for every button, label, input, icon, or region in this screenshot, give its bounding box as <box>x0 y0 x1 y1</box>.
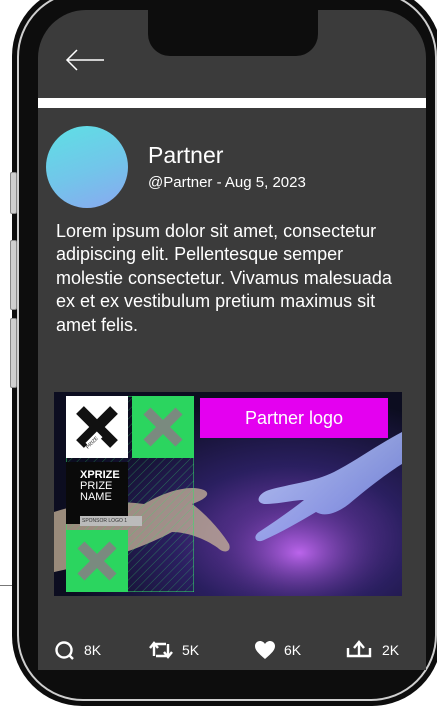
prize-tile-4 <box>66 530 128 592</box>
post-body: Lorem ipsum dolor sit amet, consectetur … <box>56 221 392 335</box>
prize-tile-1: PRIZE <box>66 396 128 458</box>
like-button[interactable]: 6K <box>254 640 301 660</box>
heart-icon <box>255 641 275 659</box>
partner-logo: Partner logo <box>200 398 388 438</box>
comment-icon <box>55 641 74 660</box>
prize-line-3: NAME <box>80 491 112 503</box>
retweet-button[interactable]: 5K <box>148 640 199 660</box>
header-divider <box>38 98 426 108</box>
sponsor-logo: SPONSOR LOGO 1 <box>80 516 142 526</box>
xprize-logo-panel: PRIZE XPRIZE PRIZE NAME SPONSOR LOGO 1 <box>66 396 194 592</box>
post-media-image[interactable]: PRIZE XPRIZE PRIZE NAME SPONSOR LOGO 1 P… <box>54 392 402 596</box>
author-handle-date: @Partner - Aug 5, 2023 <box>148 174 306 191</box>
author-name[interactable]: Partner <box>148 142 223 169</box>
retweet-icon <box>149 641 173 659</box>
avatar[interactable] <box>46 126 128 208</box>
phone-side-button-1 <box>10 172 17 214</box>
share-icon <box>346 640 372 658</box>
phone-notch <box>148 10 318 56</box>
prize-name-text: XPRIZE PRIZE NAME <box>80 470 120 503</box>
phone-side-button-2 <box>10 240 17 310</box>
share-button[interactable]: 2K <box>344 640 399 660</box>
prize-tile-2 <box>132 396 194 458</box>
arrow-left-icon[interactable] <box>64 48 106 72</box>
phone-side-button-3 <box>10 318 17 388</box>
post-actions: 8K 5K 6K 2K <box>38 640 426 668</box>
comment-button[interactable]: 8K <box>54 640 101 660</box>
phone-screen: Partner @Partner - Aug 5, 2023 Lorem ips… <box>38 10 426 670</box>
